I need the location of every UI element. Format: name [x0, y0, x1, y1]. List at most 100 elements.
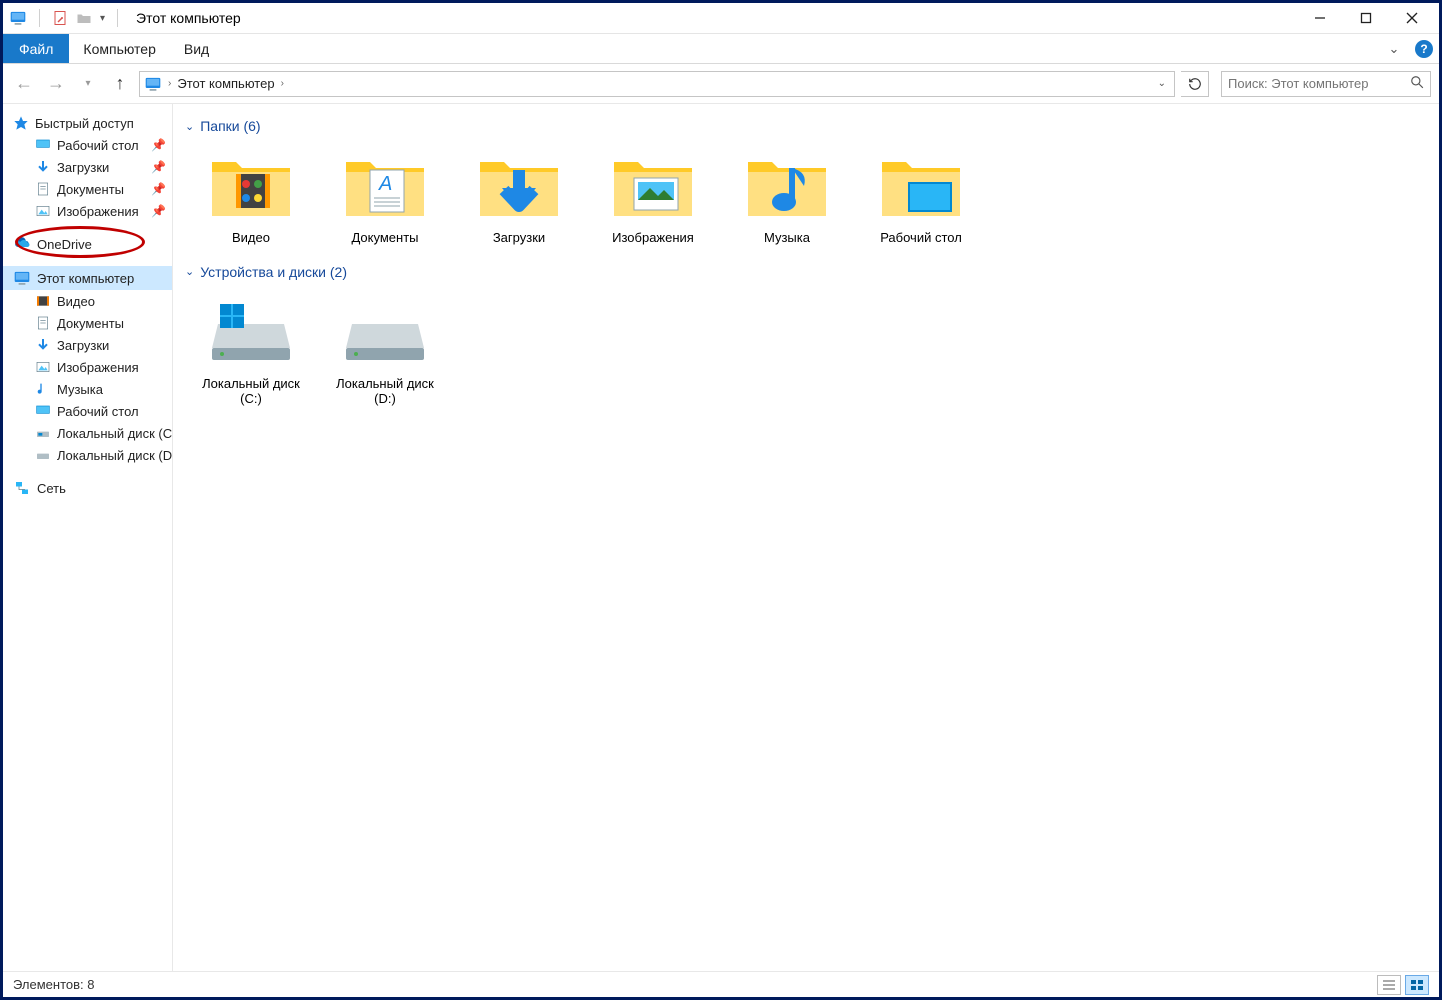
status-bar: Элементов: 8: [3, 971, 1439, 997]
close-button[interactable]: [1389, 3, 1435, 34]
downloads-icon: [35, 159, 51, 175]
drive-item-d[interactable]: Локальный диск (D:): [333, 290, 437, 407]
thispc-icon: [13, 269, 31, 287]
sidebar-item[interactable]: Рабочий стол: [3, 400, 172, 422]
ribbon-tab-view[interactable]: Вид: [170, 34, 223, 63]
search-box[interactable]: [1221, 71, 1431, 97]
desktop-icon: [35, 403, 51, 419]
tree-label: Документы: [57, 182, 124, 197]
address-bar[interactable]: › Этот компьютер › ⌄: [139, 71, 1175, 97]
navigation-pane: Быстрый доступ Рабочий стол 📌 Загрузки 📌…: [3, 104, 173, 971]
navbar: ← → ▾ ↑ › Этот компьютер › ⌄: [3, 64, 1439, 104]
ribbon-file-tab[interactable]: Файл: [3, 34, 69, 63]
sidebar-item[interactable]: Музыка: [3, 378, 172, 400]
tree-label: Рабочий стол: [57, 138, 139, 153]
thispc-icon: [144, 75, 162, 93]
new-folder-icon[interactable]: [76, 10, 92, 26]
tree-label: Изображения: [57, 204, 139, 219]
properties-icon[interactable]: [52, 10, 68, 26]
group-header-folders[interactable]: ⌄ Папки (6): [185, 118, 1427, 134]
sidebar-item[interactable]: Видео: [3, 290, 172, 312]
chevron-down-icon: ⌄: [185, 120, 194, 133]
content-pane: ⌄ Папки (6) Видео A Документы: [173, 104, 1439, 971]
drives-grid: Локальный диск (C:) Локальный диск (D:): [185, 290, 1427, 407]
search-icon[interactable]: [1410, 75, 1424, 92]
music-icon: [35, 381, 51, 397]
folder-item-downloads[interactable]: Загрузки: [467, 144, 571, 246]
help-button[interactable]: ?: [1409, 34, 1439, 63]
pin-icon: 📌: [151, 138, 166, 152]
videos-icon: [35, 293, 51, 309]
folder-item-documents[interactable]: A Документы: [333, 144, 437, 246]
drive-os-icon: [206, 290, 296, 370]
sidebar-item[interactable]: Документы 📌: [3, 178, 172, 200]
search-input[interactable]: [1228, 76, 1410, 91]
drive-icon: [340, 290, 430, 370]
sidebar-item[interactable]: Документы: [3, 312, 172, 334]
folder-videos-icon: [206, 144, 296, 224]
drive-icon: [35, 447, 51, 463]
history-dropdown[interactable]: ▾: [75, 71, 101, 97]
breadcrumb-chevron-icon[interactable]: ›: [168, 78, 171, 89]
view-large-icons-button[interactable]: [1405, 975, 1429, 995]
group-label: Папки (6): [200, 118, 260, 134]
sidebar-onedrive[interactable]: OneDrive: [3, 232, 172, 256]
sidebar-item[interactable]: Загрузки 📌: [3, 156, 172, 178]
qat-customize-icon[interactable]: ▾: [100, 13, 105, 24]
folder-item-music[interactable]: Музыка: [735, 144, 839, 246]
sidebar-item[interactable]: Загрузки: [3, 334, 172, 356]
tree-label: Локальный диск (D:): [57, 448, 173, 463]
sidebar-item[interactable]: Рабочий стол 📌: [3, 134, 172, 156]
address-dropdown-icon[interactable]: ⌄: [1154, 78, 1170, 89]
sidebar-item[interactable]: Локальный диск (D:): [3, 444, 172, 466]
sidebar-item[interactable]: Изображения: [3, 356, 172, 378]
drive-item-c[interactable]: Локальный диск (C:): [199, 290, 303, 407]
breadcrumb-chevron-icon[interactable]: ›: [281, 78, 284, 89]
folder-desktop-icon: [876, 144, 966, 224]
tree-label: Документы: [57, 316, 124, 331]
up-button[interactable]: ↑: [107, 71, 133, 97]
network-icon: [13, 479, 31, 497]
folder-item-desktop[interactable]: Рабочий стол: [869, 144, 973, 246]
refresh-button[interactable]: [1181, 71, 1209, 97]
sidebar-quick-access[interactable]: Быстрый доступ: [3, 112, 172, 134]
item-label: Рабочий стол: [880, 230, 962, 246]
view-details-button[interactable]: [1377, 975, 1401, 995]
ribbon: Файл Компьютер Вид ⌄ ?: [3, 34, 1439, 64]
ribbon-tab-computer[interactable]: Компьютер: [69, 34, 169, 63]
group-label: Устройства и диски (2): [200, 264, 347, 280]
sidebar-thispc[interactable]: Этот компьютер: [3, 266, 172, 290]
tree-label: Быстрый доступ: [35, 116, 134, 131]
folder-item-videos[interactable]: Видео: [199, 144, 303, 246]
folders-grid: Видео A Документы Загрузки: [185, 144, 1427, 246]
sidebar-network[interactable]: Сеть: [3, 476, 172, 500]
svg-text:A: A: [378, 173, 392, 195]
back-button[interactable]: ←: [11, 71, 37, 97]
desktop-icon: [35, 137, 51, 153]
drive-os-icon: [35, 425, 51, 441]
pin-icon: 📌: [151, 160, 166, 174]
folder-item-pictures[interactable]: Изображения: [601, 144, 705, 246]
thispc-icon: [9, 9, 27, 27]
group-header-drives[interactable]: ⌄ Устройства и диски (2): [185, 264, 1427, 280]
pin-icon: 📌: [151, 182, 166, 196]
sidebar-item[interactable]: Локальный диск (C:): [3, 422, 172, 444]
tree-label: Этот компьютер: [37, 271, 134, 286]
tree-label: Музыка: [57, 382, 103, 397]
maximize-button[interactable]: [1343, 3, 1389, 34]
sidebar-item[interactable]: Изображения 📌: [3, 200, 172, 222]
minimize-button[interactable]: [1297, 3, 1343, 34]
ribbon-expand-icon[interactable]: ⌄: [1379, 34, 1409, 63]
item-label: Загрузки: [493, 230, 545, 246]
onedrive-icon: [13, 235, 31, 253]
folder-downloads-icon: [474, 144, 564, 224]
forward-button[interactable]: →: [43, 71, 69, 97]
folder-pictures-icon: [608, 144, 698, 224]
window-title: Этот компьютер: [136, 10, 241, 26]
tree-label: Загрузки: [57, 160, 109, 175]
tree-label: Сеть: [37, 481, 66, 496]
folder-music-icon: [742, 144, 832, 224]
separator: [117, 9, 118, 27]
pictures-icon: [35, 203, 51, 219]
breadcrumb-location[interactable]: Этот компьютер: [177, 76, 274, 91]
